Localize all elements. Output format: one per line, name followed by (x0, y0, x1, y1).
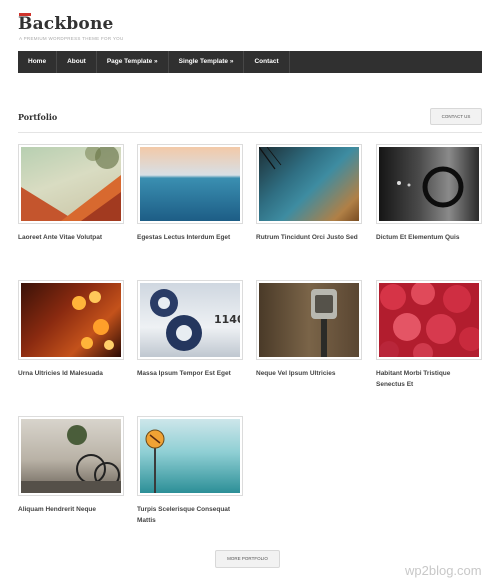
portfolio-title: Portfolio (18, 112, 58, 122)
portfolio-caption[interactable]: Aliquam Hendrerit Neque (18, 504, 122, 515)
portfolio-thumbnail[interactable] (376, 280, 482, 360)
portfolio-caption[interactable]: Rutrum Tincidunt Orci Justo Sed (256, 232, 360, 243)
portfolio-item[interactable]: 1140 Massa Ipsum Tempor Est Eget (137, 280, 243, 379)
portfolio-caption[interactable]: Urna Ultricies Id Malesuada (18, 368, 122, 379)
portfolio-thumbnail[interactable] (256, 144, 362, 224)
portfolio-caption[interactable]: Dictum Et Elementum Quis (376, 232, 480, 243)
portfolio-item[interactable]: Laoreet Ante Vitae Volutpat (18, 144, 124, 243)
section-divider (18, 132, 482, 133)
contact-us-button[interactable]: CONTACT US (430, 108, 482, 125)
portfolio-caption[interactable]: Massa Ipsum Tempor Est Eget (137, 368, 241, 379)
nav-item-about[interactable]: About (57, 51, 97, 73)
portfolio-thumbnail[interactable] (18, 280, 124, 360)
portfolio-caption[interactable]: Habitant Morbi Tristique Senectus Et (376, 368, 480, 390)
portfolio-item[interactable]: Urna Ultricies Id Malesuada (18, 280, 124, 379)
portfolio-item[interactable]: Turpis Scelerisque Consequat Mattis (137, 416, 243, 526)
portfolio-thumbnail[interactable] (137, 416, 243, 496)
portfolio-caption[interactable]: Laoreet Ante Vitae Volutpat (18, 232, 122, 243)
portfolio-thumbnail[interactable] (18, 144, 124, 224)
nav-item-home[interactable]: Home (18, 51, 58, 73)
site-logo[interactable]: Backbone (18, 14, 114, 34)
main-nav: Home About Page Template » Single Templa… (18, 51, 482, 73)
portfolio-caption[interactable]: Turpis Scelerisque Consequat Mattis (137, 504, 241, 526)
portfolio-caption[interactable]: Neque Vel Ipsum Ultricies (256, 368, 360, 379)
portfolio-thumbnail[interactable] (137, 144, 243, 224)
portfolio-item[interactable]: Dictum Et Elementum Quis (376, 144, 482, 243)
nav-item-page-template[interactable]: Page Template » (97, 51, 169, 73)
portfolio-caption[interactable]: Egestas Lectus Interdum Eget (137, 232, 241, 243)
watermark: wp2blog.com (405, 563, 482, 578)
engine-number: 1140 (214, 313, 240, 326)
portfolio-item[interactable]: Neque Vel Ipsum Ultricies (256, 280, 362, 379)
nav-item-contact[interactable]: Contact (244, 51, 290, 73)
more-portfolio-button[interactable]: MORE PORTFOLIO (215, 550, 280, 568)
nav-item-single-template[interactable]: Single Template » (169, 51, 245, 73)
portfolio-thumbnail[interactable]: 1140 (137, 280, 243, 360)
portfolio-item[interactable]: Rutrum Tincidunt Orci Justo Sed (256, 144, 362, 243)
portfolio-item[interactable]: Aliquam Hendrerit Neque (18, 416, 124, 515)
portfolio-thumbnail[interactable] (256, 280, 362, 360)
portfolio-thumbnail[interactable] (376, 144, 482, 224)
portfolio-thumbnail[interactable] (18, 416, 124, 496)
site-tagline: A PREMIUM WORDPRESS THEME FOR YOU (19, 36, 124, 41)
portfolio-item[interactable]: Egestas Lectus Interdum Eget (137, 144, 243, 243)
portfolio-item[interactable]: Habitant Morbi Tristique Senectus Et (376, 280, 482, 390)
